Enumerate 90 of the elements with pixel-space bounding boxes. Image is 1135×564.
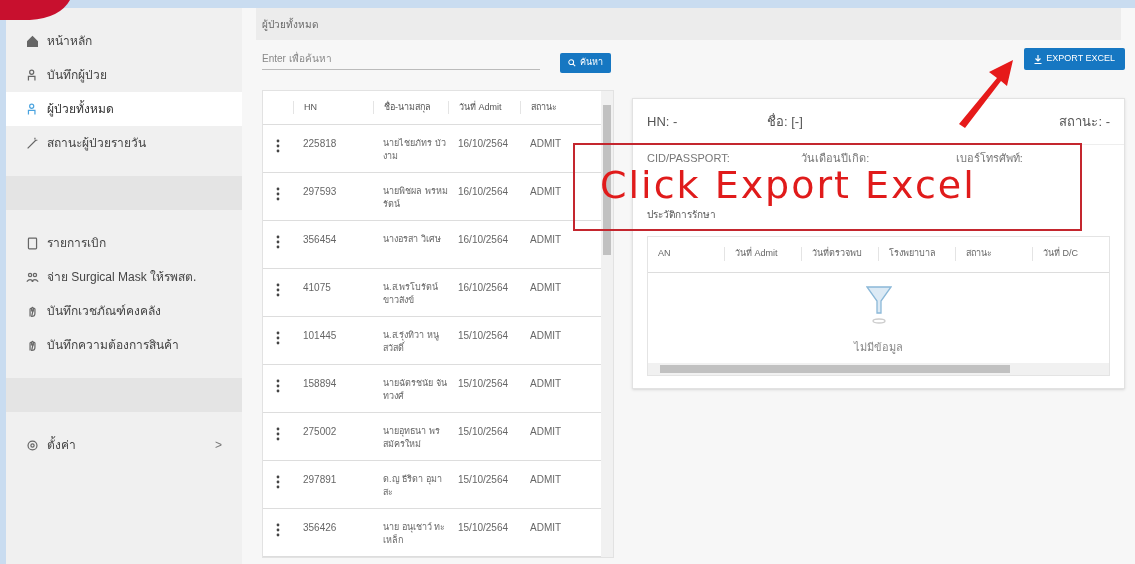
table-cell-text: ด.ญ ธีริดา อุมาสะ: [382, 473, 443, 499]
field-label: CID/PASSPORT:: [647, 151, 731, 166]
table-cell-text: 15/10/2564: [457, 521, 510, 534]
column-header: AN: [657, 247, 672, 261]
sidebar-item[interactable]: จ่าย Surgical Mask ให้รพสต.: [6, 260, 242, 294]
table-cell-text: ADMIT: [529, 425, 563, 438]
table-cell-text: ADMIT: [529, 185, 563, 198]
search-icon: [568, 59, 576, 67]
search-button[interactable]: ค้นหา: [560, 53, 611, 73]
empty-funnel-icon: [865, 284, 892, 325]
wand-icon: [26, 136, 39, 150]
column-header: วันที่ตรวจพบ: [801, 247, 878, 261]
table-cell-text: ADMIT: [529, 137, 563, 150]
section-title: ประวัติการรักษา: [647, 208, 716, 220]
more-options-icon[interactable]: [276, 139, 280, 153]
table-cell-text: ADMIT: [529, 473, 563, 486]
table-cell-text: 225818: [302, 137, 338, 150]
person-icon: [26, 68, 39, 82]
column-header: วันที่ Admit: [448, 100, 520, 115]
table-cell-text: 16/10/2564: [457, 281, 510, 294]
table-cell-text: 158894: [302, 377, 338, 390]
more-options-icon[interactable]: [276, 379, 280, 393]
column-header: ชื่อ-นามสกุล: [373, 100, 448, 115]
settings-item[interactable]: ตั้งค่า >: [6, 428, 242, 462]
column-header: วันที่ Admit: [724, 247, 801, 261]
table-cell-text: 356426: [302, 521, 338, 534]
more-options-icon[interactable]: [276, 427, 280, 441]
table-cell-text: 15/10/2564: [457, 425, 510, 438]
gear-icon: [26, 438, 39, 452]
table-cell-text: 15/10/2564: [457, 473, 510, 486]
home-icon: [26, 34, 39, 48]
table-cell-text: น.ส.รุ่งทิวา หนูสวัสดิ์: [382, 329, 440, 355]
export-excel-button[interactable]: EXPORT EXCEL: [1024, 48, 1125, 70]
column-header: วันที่ D/C: [1032, 247, 1109, 261]
sidebar-item[interactable]: รายการเบิก: [6, 226, 242, 260]
column-header: HN: [293, 100, 373, 115]
table-cell-text: 297891: [302, 473, 338, 486]
hn-label: HN: -: [647, 112, 679, 131]
person-icon: [26, 102, 39, 116]
column-header: โรงพยาบาล: [878, 247, 955, 261]
download-icon: [1034, 54, 1043, 64]
table-cell-text: นายฉัตรชนัย จันทวงศ์: [382, 377, 448, 403]
annotation-text: Click Export Excel: [600, 165, 976, 205]
table-cell-text: นายไชยภัทร บัวงาม: [382, 137, 447, 163]
table-cell-text: 16/10/2564: [457, 233, 510, 246]
more-options-icon[interactable]: [276, 235, 280, 249]
field-label: เบอร์โทรศัพท์:: [955, 151, 1024, 166]
table-cell-text: นางอรสา วิเศษ: [382, 233, 442, 246]
table-cell-text: ADMIT: [529, 281, 563, 294]
table-cell-text: นายพิชผล พรหมรัตน์: [382, 185, 448, 211]
table-cell-text: 275002: [302, 425, 338, 438]
name-label: ชื่อ: [-]: [767, 112, 804, 131]
table-cell-text: ADMIT: [529, 521, 563, 534]
column-header: สถานะ: [520, 100, 580, 115]
field-label: วันเดือนปีเกิด:: [801, 151, 871, 166]
more-options-icon[interactable]: [276, 331, 280, 345]
status-label: สถานะ: -: [1059, 112, 1110, 131]
table-cell-text: ADMIT: [529, 329, 563, 342]
more-options-icon[interactable]: [276, 187, 280, 201]
table-cell-text: นาย อนุเชาว์ ทะเหล็ก: [382, 521, 446, 547]
table-cell-text: นายอุทธนา พร สมัครใหม่: [382, 425, 441, 451]
table-cell-text: 16/10/2564: [457, 137, 510, 150]
sidebar-item[interactable]: บันทึกความต้องการสินค้า: [6, 328, 242, 362]
hand-icon: [26, 304, 39, 318]
breadcrumb: ผู้ป่วยทั้งหมด: [262, 16, 318, 32]
table-cell-text: 101445: [302, 329, 338, 342]
document-icon: [26, 236, 39, 250]
table-cell-text: 356454: [302, 233, 338, 246]
sidebar-item[interactable]: บันทึกผู้ป่วย: [6, 58, 242, 92]
table-cell-text: 15/10/2564: [457, 329, 510, 342]
table-cell-text: 41075: [302, 281, 332, 294]
search-field[interactable]: Enter เพื่อค้นหา: [262, 48, 540, 70]
sidebar-item[interactable]: สถานะผู้ป่วยรายวัน: [6, 126, 242, 160]
empty-message: ไม่มีข้อมูล: [854, 339, 903, 355]
sidebar-item[interactable]: ผู้ป่วยทั้งหมด: [6, 92, 242, 126]
logo-shape: [0, 0, 70, 20]
table-cell-text: 297593: [302, 185, 338, 198]
sidebar-item[interactable]: บันทึกเวชภัณฑ์คงคลัง: [6, 294, 242, 328]
table-cell-text: ADMIT: [529, 233, 563, 246]
hand-icon: [26, 338, 39, 352]
people-icon: [26, 270, 39, 284]
column-header: สถานะ: [955, 247, 1032, 261]
more-options-icon[interactable]: [276, 283, 280, 297]
more-options-icon[interactable]: [276, 523, 280, 537]
table-cell-text: 16/10/2564: [457, 185, 510, 198]
table-cell-text: 15/10/2564: [457, 377, 510, 390]
more-options-icon[interactable]: [276, 475, 280, 489]
table-cell-text: ADMIT: [529, 377, 563, 390]
table-cell-text: น.ส.พรโบรัตน์ ขาวสังข์: [382, 281, 439, 307]
sidebar-item[interactable]: หน้าหลัก: [6, 24, 242, 58]
